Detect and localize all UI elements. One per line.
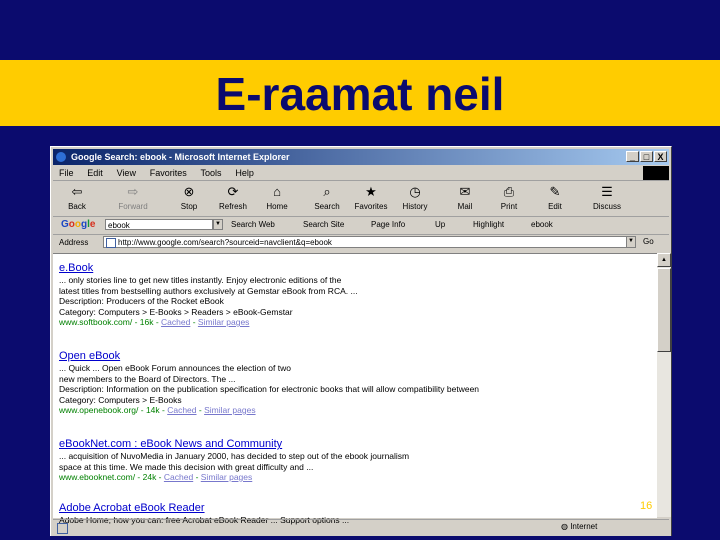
mail-icon: ✉ (459, 184, 471, 199)
address-label: Address (59, 238, 89, 247)
back-arrow-icon: ⇦ (71, 184, 83, 199)
menu-favorites[interactable]: Favorites (144, 166, 192, 178)
highlight-button[interactable]: Highlight (473, 220, 504, 229)
result-url: www.openebook.org/ - 14k - Cached - Simi… (59, 405, 256, 415)
slide-title: E-raamat neil (215, 68, 505, 120)
result-snippet: ... acquisition of NuvoMedia in January … (59, 451, 410, 461)
mail-button[interactable]: ✉ Mail (447, 184, 483, 211)
chevron-down-icon[interactable]: ▼ (213, 219, 223, 230)
search-icon: ⌕ (323, 184, 331, 199)
address-bar: Address http://www.google.com/search?sou… (53, 235, 669, 251)
toolbar: ⇦ Back ⇨ Forward ⊗ Stop ⟳ Refresh ⌂ Home ⌕ Sea… (53, 182, 669, 217)
cached-link[interactable]: Cached (164, 472, 193, 482)
search-button[interactable]: ⌕ Search (309, 184, 345, 211)
cached-link[interactable]: Cached (161, 317, 190, 327)
browser-window: Google Search: ebook - Microsoft Interne… (50, 146, 672, 536)
menu-tools[interactable]: Tools (195, 166, 227, 178)
edit-icon: ✎ (549, 184, 561, 199)
up-button[interactable]: Up (435, 220, 445, 229)
result-category: Category: Computers > E-Books (59, 394, 182, 405)
address-input[interactable]: http://www.google.com/search?sourceid=na… (103, 236, 636, 248)
history-icon: ◷ (409, 184, 421, 199)
close-button[interactable]: X (654, 151, 667, 162)
search-web-button[interactable]: Search Web (231, 220, 275, 229)
search-result: eBookNet.com : eBook News and Community … (59, 438, 649, 483)
result-snippet: latest titles from bestselling authors e… (59, 285, 358, 296)
page-content: e.Book ... only stories line to get new … (53, 253, 657, 525)
page-icon (106, 238, 116, 248)
internet-explorer-icon (56, 152, 66, 162)
zone-label: Internet (570, 522, 598, 531)
similar-pages-link[interactable]: Similar pages (198, 317, 250, 327)
result-description: Description: Information on the publicat… (59, 384, 480, 394)
result-url: www.softbook.com/ - 16k - Cached - Simil… (59, 317, 250, 327)
google-search-input[interactable]: ebook (105, 219, 213, 230)
go-button[interactable]: Go (643, 237, 654, 246)
scrollbar-thumb[interactable] (657, 268, 671, 352)
print-icon: ⎙ (503, 184, 515, 199)
ebook-term-button[interactable]: ebook (531, 220, 553, 229)
security-zone: ◍ Internet (561, 522, 598, 531)
result-description: Description: Producers of the Rocket eBo… (59, 296, 224, 306)
result-snippet: ... only stories line to get new titles … (59, 275, 342, 285)
history-button[interactable]: ◷ History (397, 184, 433, 211)
vertical-scrollbar[interactable]: ▲ (657, 253, 671, 517)
menu-view[interactable]: View (111, 166, 141, 178)
window-titlebar: Google Search: ebook - Microsoft Interne… (53, 149, 669, 165)
stop-button[interactable]: ⊗ Stop (171, 184, 207, 211)
window-title: Google Search: ebook - Microsoft Interne… (71, 152, 290, 162)
slide-page-number: 16 (640, 500, 653, 512)
page-info-button[interactable]: Page Info (371, 220, 405, 229)
refresh-button[interactable]: ⟳ Refresh (215, 184, 251, 211)
google-logo: Google (61, 219, 96, 230)
menu-edit[interactable]: Edit (81, 166, 108, 178)
similar-pages-link[interactable]: Similar pages (204, 405, 256, 415)
status-bar: ◍ Internet (53, 519, 669, 536)
print-button[interactable]: ⎙ Print (491, 184, 527, 211)
menu-help[interactable]: Help (229, 166, 259, 178)
result-title-link[interactable]: eBookNet.com : eBook News and Community (59, 438, 649, 450)
address-url: http://www.google.com/search?sourceid=na… (118, 238, 332, 247)
windows-logo-icon (643, 166, 669, 180)
result-title-link[interactable]: e.Book (59, 262, 649, 274)
home-icon: ⌂ (273, 184, 281, 199)
result-snippet: space at this time. We made this decisio… (59, 461, 314, 472)
result-url: www.ebooknet.com/ - 24k - Cached - Simil… (59, 472, 253, 482)
home-button[interactable]: ⌂ Home (259, 184, 295, 211)
similar-pages-link[interactable]: Similar pages (201, 472, 253, 482)
title-band: E-raamat neil (0, 60, 720, 126)
maximize-button[interactable]: □ (640, 151, 653, 162)
search-result: Open eBook ... Quick ... Open eBook Foru… (59, 350, 649, 416)
forward-arrow-icon: ⇨ (127, 184, 139, 199)
forward-button[interactable]: ⇨ Forward (115, 184, 151, 211)
scroll-up-icon[interactable]: ▲ (657, 253, 671, 267)
discuss-button[interactable]: ☰ Discuss (589, 184, 625, 211)
result-title-link[interactable]: Adobe Acrobat eBook Reader (59, 502, 649, 514)
cached-link[interactable]: Cached (167, 405, 196, 415)
chevron-down-icon[interactable]: ▼ (626, 236, 636, 248)
window-controls: _ □ X (625, 151, 667, 162)
menu-bar: File Edit View Favorites Tools Help (53, 166, 669, 181)
favorites-icon: ★ (365, 184, 377, 199)
stop-icon: ⊗ (183, 184, 195, 199)
back-button[interactable]: ⇦ Back (59, 184, 95, 211)
result-snippet: new members to the Board of Directors. T… (59, 373, 236, 384)
google-toolbar: Google ebook ▼ Search Web Search Site Pa… (53, 217, 669, 235)
edit-button[interactable]: ✎ Edit (537, 184, 573, 211)
page-icon (57, 523, 68, 534)
search-result: e.Book ... only stories line to get new … (59, 262, 649, 328)
refresh-icon: ⟳ (227, 184, 239, 199)
favorites-button[interactable]: ★ Favorites (353, 184, 389, 211)
result-snippet: ... Quick ... Open eBook Forum announces… (59, 363, 291, 373)
search-site-button[interactable]: Search Site (303, 220, 344, 229)
menu-file[interactable]: File (53, 166, 79, 178)
result-category: Category: Computers > E-Books > Readers … (59, 306, 293, 317)
result-title-link[interactable]: Open eBook (59, 350, 649, 362)
discuss-icon: ☰ (601, 184, 613, 199)
minimize-button[interactable]: _ (626, 151, 639, 162)
